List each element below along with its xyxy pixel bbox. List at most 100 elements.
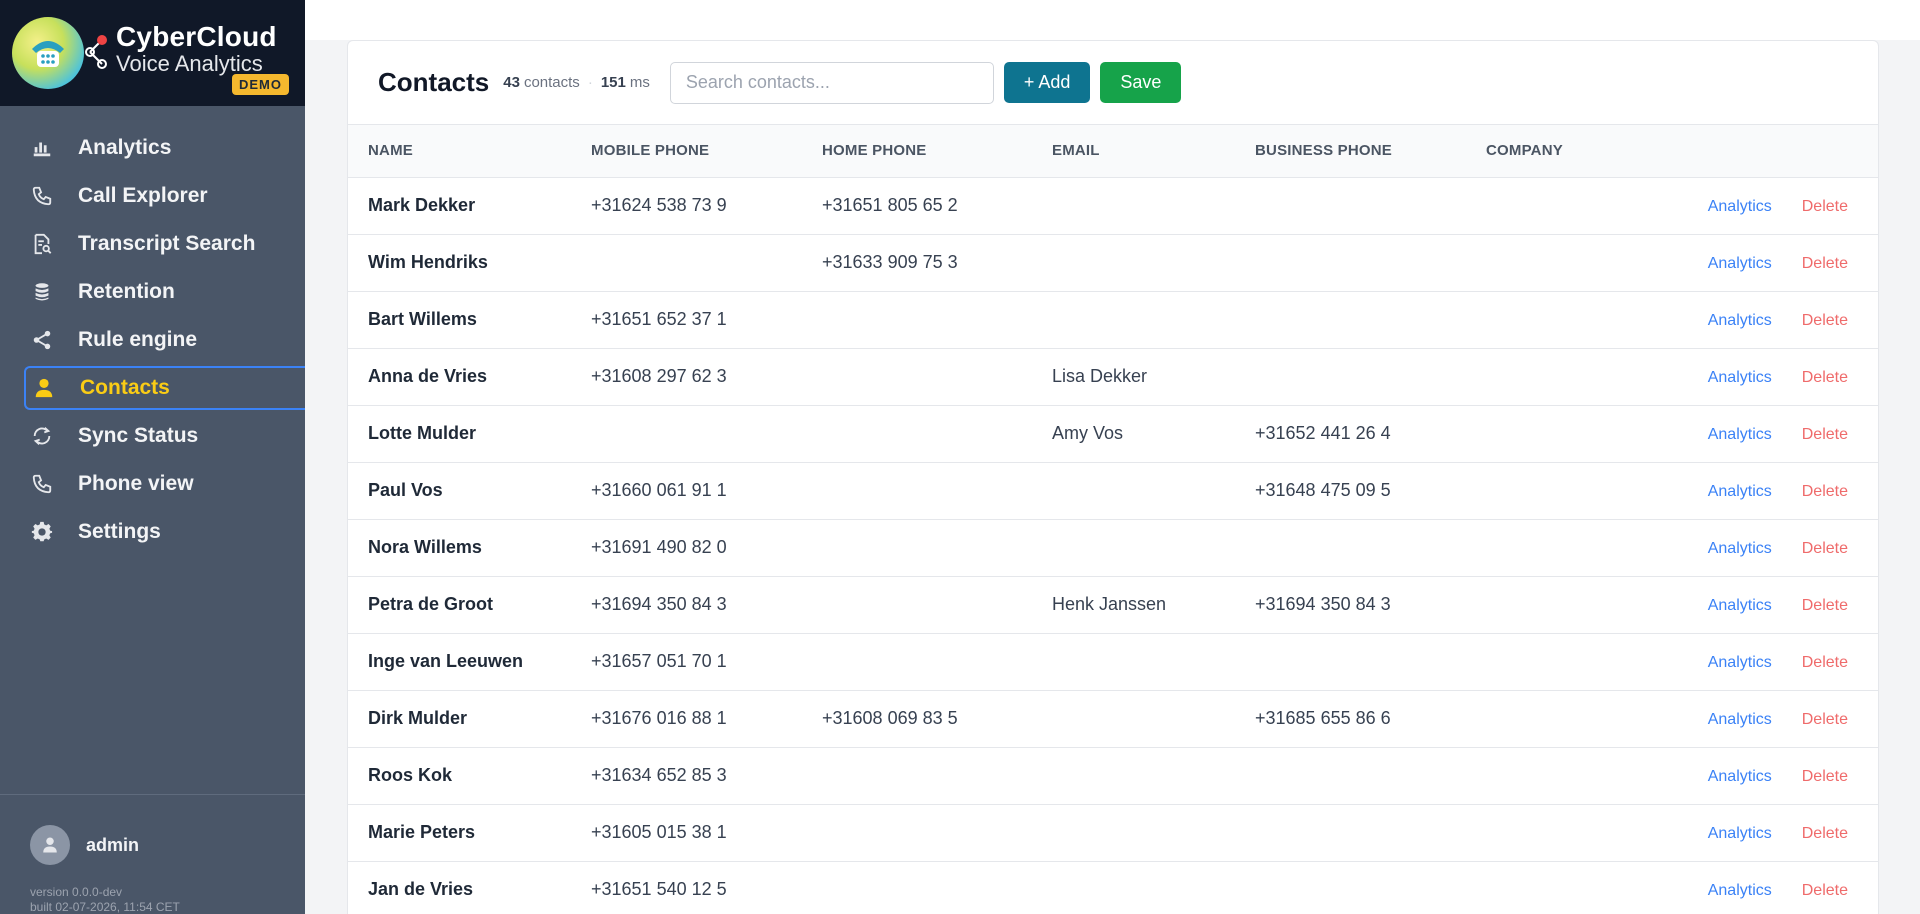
delete-link[interactable]: Delete <box>1802 198 1848 215</box>
table-row[interactable]: Marie Peters +31605 015 38 1 Analytics De… <box>348 804 1878 861</box>
cell-company[interactable] <box>1486 576 1686 633</box>
cell-company[interactable] <box>1486 690 1686 747</box>
cell-email[interactable] <box>1052 519 1255 576</box>
cell-mobile-phone[interactable]: +31634 652 85 3 <box>591 747 822 804</box>
analytics-link[interactable]: Analytics <box>1708 312 1772 329</box>
cell-company[interactable] <box>1486 177 1686 234</box>
column-header-home-phone[interactable]: Home Phone <box>822 125 1052 178</box>
cell-name[interactable]: Mark Dekker <box>348 177 591 234</box>
cell-company[interactable] <box>1486 462 1686 519</box>
analytics-link[interactable]: Analytics <box>1708 483 1772 500</box>
cell-company[interactable] <box>1486 747 1686 804</box>
table-row[interactable]: Jan de Vries +31651 540 12 5 Analytics De… <box>348 861 1878 914</box>
cell-company[interactable] <box>1486 405 1686 462</box>
cell-company[interactable] <box>1486 519 1686 576</box>
cell-mobile-phone[interactable]: +31608 297 62 3 <box>591 348 822 405</box>
cell-company[interactable] <box>1486 861 1686 914</box>
column-header-name[interactable]: Name <box>348 125 591 178</box>
table-row[interactable]: Petra de Groot +31694 350 84 3 Henk Jans… <box>348 576 1878 633</box>
analytics-link[interactable]: Analytics <box>1708 882 1772 899</box>
table-row[interactable]: Bart Willems +31651 652 37 1 Analytics De… <box>348 291 1878 348</box>
cell-name[interactable]: Paul Vos <box>348 462 591 519</box>
cell-home-phone[interactable] <box>822 576 1052 633</box>
cell-business-phone[interactable]: +31652 441 26 4 <box>1255 405 1486 462</box>
analytics-link[interactable]: Analytics <box>1708 768 1772 785</box>
cell-name[interactable]: Dirk Mulder <box>348 690 591 747</box>
sidebar-item-transcript-search[interactable]: Transcript Search <box>24 222 305 266</box>
cell-name[interactable]: Wim Hendriks <box>348 234 591 291</box>
delete-link[interactable]: Delete <box>1802 711 1848 728</box>
delete-link[interactable]: Delete <box>1802 768 1848 785</box>
cell-home-phone[interactable] <box>822 462 1052 519</box>
analytics-link[interactable]: Analytics <box>1708 540 1772 557</box>
cell-email[interactable] <box>1052 804 1255 861</box>
cell-name[interactable]: Anna de Vries <box>348 348 591 405</box>
table-row[interactable]: Lotte Mulder Amy Vos +31652 441 26 4 Ana… <box>348 405 1878 462</box>
cell-company[interactable] <box>1486 348 1686 405</box>
cell-email[interactable]: Henk Janssen <box>1052 576 1255 633</box>
delete-link[interactable]: Delete <box>1802 540 1848 557</box>
sidebar-item-retention[interactable]: Retention <box>24 270 305 314</box>
cell-mobile-phone[interactable]: +31624 538 73 9 <box>591 177 822 234</box>
cell-email[interactable] <box>1052 291 1255 348</box>
cell-business-phone[interactable] <box>1255 291 1486 348</box>
cell-email[interactable] <box>1052 633 1255 690</box>
cell-email[interactable] <box>1052 690 1255 747</box>
delete-link[interactable]: Delete <box>1802 312 1848 329</box>
cell-business-phone[interactable]: +31648 475 09 5 <box>1255 462 1486 519</box>
cell-name[interactable]: Marie Peters <box>348 804 591 861</box>
add-contact-button[interactable]: + Add <box>1003 62 1091 103</box>
cell-mobile-phone[interactable]: +31657 051 70 1 <box>591 633 822 690</box>
cell-name[interactable]: Petra de Groot <box>348 576 591 633</box>
column-header-email[interactable]: Email <box>1052 125 1255 178</box>
sidebar-item-phone-view[interactable]: Phone view <box>24 462 305 506</box>
sidebar-item-analytics[interactable]: Analytics <box>24 126 305 170</box>
logo-icon[interactable] <box>12 17 84 89</box>
cell-business-phone[interactable] <box>1255 348 1486 405</box>
column-header-business-phone[interactable]: Business Phone <box>1255 125 1486 178</box>
cell-business-phone[interactable] <box>1255 804 1486 861</box>
analytics-link[interactable]: Analytics <box>1708 426 1772 443</box>
table-row[interactable]: Anna de Vries +31608 297 62 3 Lisa Dekke… <box>348 348 1878 405</box>
analytics-link[interactable]: Analytics <box>1708 711 1772 728</box>
cell-mobile-phone[interactable]: +31605 015 38 1 <box>591 804 822 861</box>
cell-business-phone[interactable] <box>1255 633 1486 690</box>
table-row[interactable]: Roos Kok +31634 652 85 3 Analytics Delete <box>348 747 1878 804</box>
cell-company[interactable] <box>1486 291 1686 348</box>
analytics-link[interactable]: Analytics <box>1708 654 1772 671</box>
delete-link[interactable]: Delete <box>1802 654 1848 671</box>
cell-name[interactable]: Nora Willems <box>348 519 591 576</box>
cell-mobile-phone[interactable]: +31651 652 37 1 <box>591 291 822 348</box>
cell-home-phone[interactable] <box>822 861 1052 914</box>
cell-email[interactable]: Amy Vos <box>1052 405 1255 462</box>
save-button[interactable]: Save <box>1100 62 1182 103</box>
cell-email[interactable]: Lisa Dekker <box>1052 348 1255 405</box>
cell-mobile-phone[interactable]: +31676 016 88 1 <box>591 690 822 747</box>
delete-link[interactable]: Delete <box>1802 483 1848 500</box>
cell-home-phone[interactable]: +31608 069 83 5 <box>822 690 1052 747</box>
cell-business-phone[interactable] <box>1255 861 1486 914</box>
delete-link[interactable]: Delete <box>1802 825 1848 842</box>
table-row[interactable]: Wim Hendriks +31633 909 75 3 Analytics De… <box>348 234 1878 291</box>
cell-company[interactable] <box>1486 633 1686 690</box>
table-row[interactable]: Nora Willems +31691 490 82 0 Analytics De… <box>348 519 1878 576</box>
cell-mobile-phone[interactable] <box>591 405 822 462</box>
sidebar-item-rule-engine[interactable]: Rule engine <box>24 318 305 362</box>
cell-business-phone[interactable]: +31685 655 86 6 <box>1255 690 1486 747</box>
cell-name[interactable]: Roos Kok <box>348 747 591 804</box>
sidebar-item-sync-status[interactable]: Sync Status <box>24 414 305 458</box>
search-input[interactable] <box>669 61 994 104</box>
delete-link[interactable]: Delete <box>1802 369 1848 386</box>
table-row[interactable]: Dirk Mulder +31676 016 88 1 +31608 069 8… <box>348 690 1878 747</box>
cell-email[interactable] <box>1052 861 1255 914</box>
cell-mobile-phone[interactable]: +31660 061 91 1 <box>591 462 822 519</box>
cell-home-phone[interactable] <box>822 804 1052 861</box>
cell-email[interactable] <box>1052 177 1255 234</box>
cell-mobile-phone[interactable]: +31694 350 84 3 <box>591 576 822 633</box>
cell-mobile-phone[interactable]: +31651 540 12 5 <box>591 861 822 914</box>
analytics-link[interactable]: Analytics <box>1708 255 1772 272</box>
cell-home-phone[interactable] <box>822 291 1052 348</box>
user-menu[interactable]: admin <box>0 795 305 865</box>
sidebar-item-call-explorer[interactable]: Call Explorer <box>24 174 305 218</box>
column-header-mobile-phone[interactable]: Mobile Phone <box>591 125 822 178</box>
